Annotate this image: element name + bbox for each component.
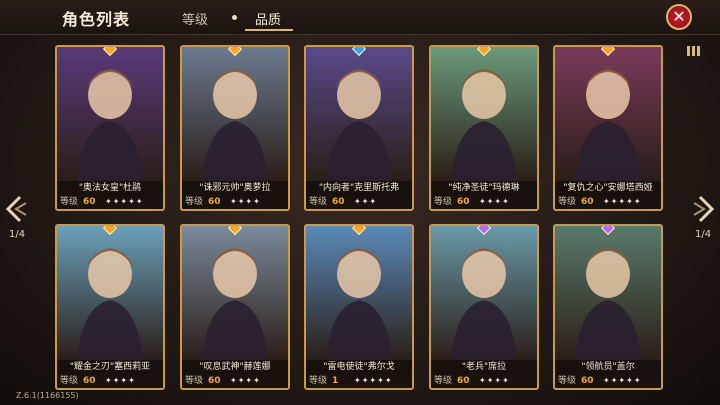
character-portrait (555, 47, 661, 181)
character-portrait (182, 47, 288, 181)
character-silhouette (326, 69, 392, 181)
level-label: 等级 (309, 376, 328, 386)
star-rating: ✦✦✦✦ (230, 376, 261, 385)
character-silhouette (575, 248, 641, 360)
level-value: 60 (208, 197, 221, 207)
character-portrait (57, 47, 163, 181)
character-name: "奥法女皇"杜鹃 (57, 181, 163, 195)
character-silhouette (77, 69, 143, 181)
top-bar: 角色列表 等级 品质 ✕ (0, 0, 720, 35)
level-label: 等级 (60, 197, 79, 207)
character-info-row: 等级 60 ✦✦✦✦ (57, 374, 163, 388)
page-indicator-right: 1/4 (695, 229, 712, 240)
star-rating: ✦✦✦ (354, 197, 378, 206)
level-label: 等级 (558, 376, 577, 386)
star-rating: ✦✦✦✦✦ (603, 376, 642, 385)
character-info-row: 等级 60 ✦✦✦✦✦ (555, 374, 661, 388)
character-card[interactable]: "耀金之刃"塞西莉亚等级 60 ✦✦✦✦ (55, 224, 165, 390)
character-portrait (57, 226, 163, 360)
star-rating: ✦✦✦✦ (105, 376, 136, 385)
character-name: "叹息武神"赫莲娜 (182, 360, 288, 374)
tab-indicator-dot (232, 15, 237, 20)
star-rating: ✦✦✦✦✦ (603, 197, 642, 206)
character-info-row: 等级 60 ✦✦✦✦ (431, 195, 537, 209)
next-page-arrow-icon[interactable] (692, 193, 718, 225)
level-value: 60 (581, 197, 594, 207)
character-info-row: 等级 60 ✦✦✦✦ (431, 374, 537, 388)
level-value: 1 (332, 376, 339, 386)
level-value: 60 (83, 376, 96, 386)
character-portrait (431, 226, 537, 360)
character-silhouette (77, 248, 143, 360)
star-rating: ✦✦✦✦ (479, 197, 510, 206)
character-card[interactable]: "复仇之心"安娜塔西娅等级 60 ✦✦✦✦✦ (553, 45, 663, 211)
active-tab-underline (245, 29, 293, 31)
character-name: "耀金之刃"塞西莉亚 (57, 360, 163, 374)
level-value: 60 (457, 197, 470, 207)
character-card[interactable]: "叹息武神"赫莲娜等级 60 ✦✦✦✦ (180, 224, 290, 390)
character-card[interactable]: "老兵"席拉等级 60 ✦✦✦✦ (429, 224, 539, 390)
character-card[interactable]: "纯净圣徒"玛德琳等级 60 ✦✦✦✦ (429, 45, 539, 211)
level-value: 60 (581, 376, 594, 386)
tab-level[interactable]: 等级 (182, 9, 208, 28)
character-portrait (306, 226, 412, 360)
prev-page-arrow-icon[interactable] (2, 193, 28, 225)
level-value: 60 (332, 197, 345, 207)
character-name: "纯净圣徒"玛德琳 (431, 181, 537, 195)
character-card[interactable]: "内向者"克里斯托弗等级 60 ✦✦✦ (304, 45, 414, 211)
level-value: 60 (457, 376, 470, 386)
character-portrait (306, 47, 412, 181)
version-label: Z.6.1(1166155) (16, 391, 79, 400)
character-name: "雷电使徒"弗尔戈 (306, 360, 412, 374)
character-card[interactable]: "领航员"盖尔等级 60 ✦✦✦✦✦ (553, 224, 663, 390)
star-rating: ✦✦✦✦ (479, 376, 510, 385)
character-portrait (431, 47, 537, 181)
level-label: 等级 (185, 197, 204, 207)
chevron-right-icon (693, 195, 715, 223)
level-label: 等级 (60, 376, 79, 386)
level-label: 等级 (309, 197, 328, 207)
character-silhouette (451, 69, 517, 181)
filter-icon[interactable] (686, 44, 702, 58)
star-rating: ✦✦✦✦ (230, 197, 261, 206)
character-silhouette (326, 248, 392, 360)
level-label: 等级 (434, 376, 453, 386)
character-name: "诛邪元帅"奥萝拉 (182, 181, 288, 195)
level-label: 等级 (185, 376, 204, 386)
character-silhouette (202, 69, 268, 181)
level-value: 60 (208, 376, 221, 386)
character-portrait (555, 226, 661, 360)
character-info-row: 等级 1 ✦✦✦✦✦ (306, 374, 412, 388)
character-portrait (182, 226, 288, 360)
star-rating: ✦✦✦✦✦ (105, 197, 144, 206)
level-label: 等级 (558, 197, 577, 207)
character-card[interactable]: "奥法女皇"杜鹃等级 60 ✦✦✦✦✦ (55, 45, 165, 211)
page-title: 角色列表 (62, 10, 131, 29)
level-value: 60 (83, 197, 96, 207)
close-button[interactable]: ✕ (666, 4, 692, 30)
character-info-row: 等级 60 ✦✦✦✦ (182, 195, 288, 209)
star-rating: ✦✦✦✦✦ (354, 376, 393, 385)
character-silhouette (575, 69, 641, 181)
character-card[interactable]: "雷电使徒"弗尔戈等级 1 ✦✦✦✦✦ (304, 224, 414, 390)
character-card[interactable]: "诛邪元帅"奥萝拉等级 60 ✦✦✦✦ (180, 45, 290, 211)
character-name: "复仇之心"安娜塔西娅 (555, 181, 661, 195)
tab-quality[interactable]: 品质 (255, 9, 281, 28)
character-silhouette (202, 248, 268, 360)
character-name: "内向者"克里斯托弗 (306, 181, 412, 195)
chevron-left-icon (5, 195, 27, 223)
character-name: "老兵"席拉 (431, 360, 537, 374)
page-indicator-left: 1/4 (9, 229, 26, 240)
filter-icon-svg (687, 46, 700, 56)
character-info-row: 等级 60 ✦✦✦✦✦ (57, 195, 163, 209)
character-silhouette (451, 248, 517, 360)
character-info-row: 等级 60 ✦✦✦✦✦ (555, 195, 661, 209)
character-info-row: 等级 60 ✦✦✦✦ (182, 374, 288, 388)
character-name: "领航员"盖尔 (555, 360, 661, 374)
character-info-row: 等级 60 ✦✦✦ (306, 195, 412, 209)
level-label: 等级 (434, 197, 453, 207)
